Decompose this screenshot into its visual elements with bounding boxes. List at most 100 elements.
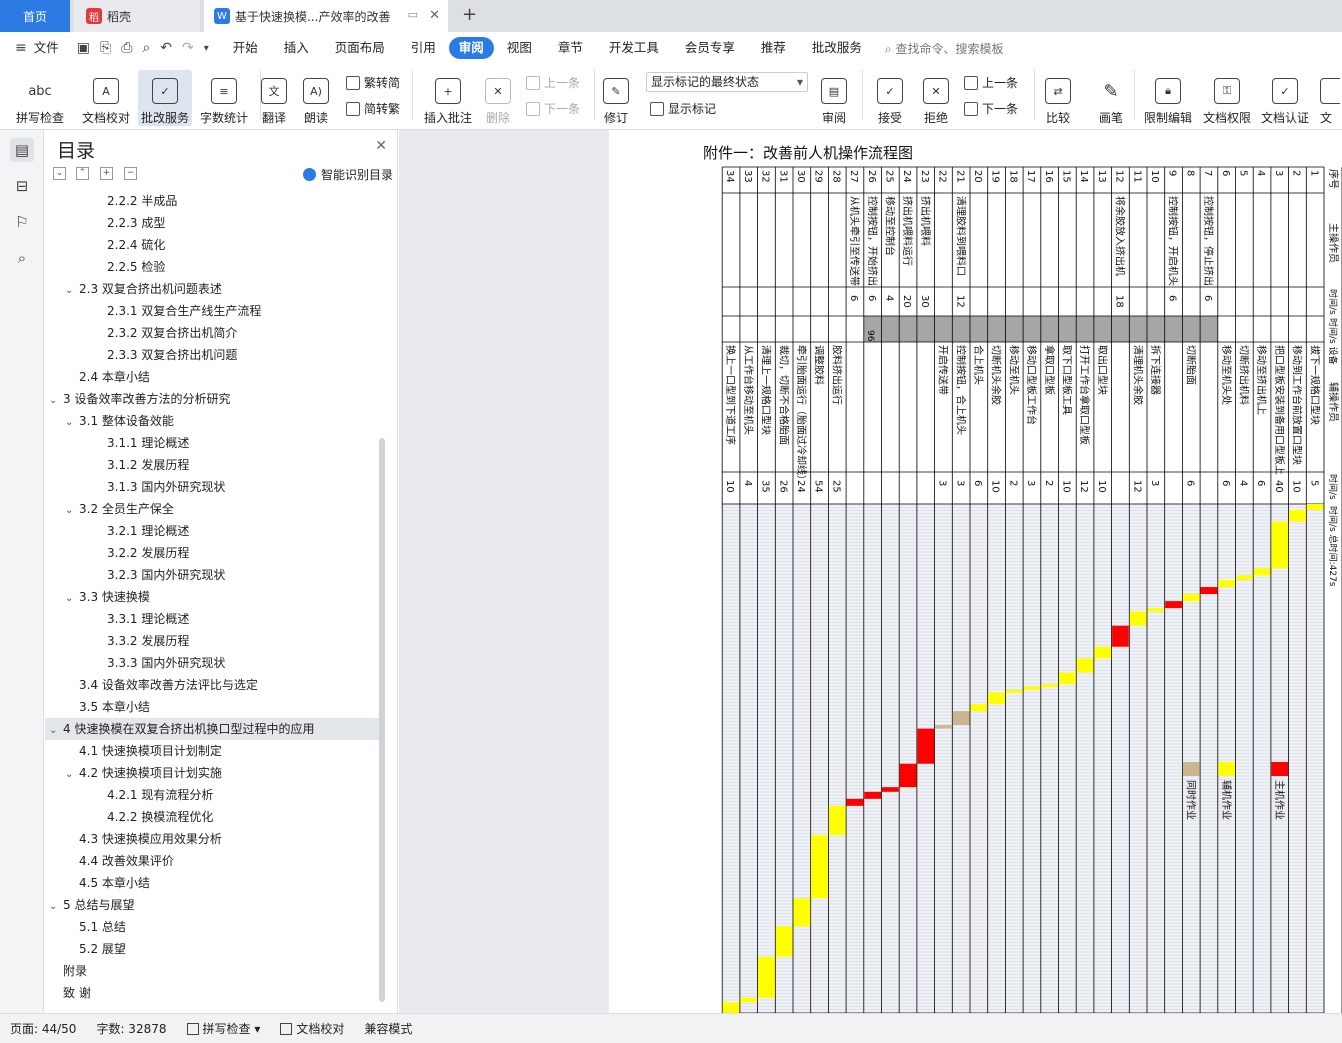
menu-references[interactable]: 引用 xyxy=(398,37,449,59)
toc-item[interactable]: 4.3 快速换模应用效果分析 xyxy=(45,828,379,850)
prev-change-button[interactable]: 上一条 xyxy=(964,74,1018,91)
toc-item[interactable]: 3.3.2 发展历程 xyxy=(45,630,379,652)
bookmark-icon[interactable]: ⚐ xyxy=(10,210,34,234)
doc-permission-button[interactable]: ⚿ 文档权限 xyxy=(1200,70,1254,126)
chevron-down-icon[interactable]: ⌄ xyxy=(65,764,79,786)
print-icon[interactable]: ⎙ xyxy=(116,40,137,56)
compare-button[interactable]: ⇄ 比较 xyxy=(1040,70,1076,126)
remove-entry-icon[interactable]: − xyxy=(124,167,137,180)
export-icon[interactable]: ⎘ xyxy=(95,40,116,56)
toc-scrollbar[interactable] xyxy=(379,438,385,1002)
toc-item[interactable]: 3.1.1 理论概述 xyxy=(45,432,379,454)
proofread-status[interactable]: 文档校对 xyxy=(270,1020,354,1037)
toc-item[interactable]: 3.3.3 国内外研究现状 xyxy=(45,652,379,674)
simp-to-trad-button[interactable]: 简转繁 xyxy=(346,100,400,117)
toc-item[interactable]: 2.2.3 成型 xyxy=(45,212,379,234)
review-pane-button[interactable]: ▤ 审阅 xyxy=(816,70,852,126)
quick-dropdown-icon[interactable]: ▾ xyxy=(199,43,214,54)
menu-correction[interactable]: 批改服务 xyxy=(799,37,875,59)
tab-document[interactable]: W 基于快速换模...产效率的改善 ▭ ✕ xyxy=(204,0,448,32)
translate-button[interactable]: 文翻译 xyxy=(256,70,292,126)
chevron-down-icon[interactable]: ⌄ xyxy=(65,588,79,610)
toc-item[interactable]: 2.4 本章小结 xyxy=(45,366,379,388)
accept-button[interactable]: ✓ 接受 xyxy=(872,70,908,126)
smart-toc-button[interactable]: 智能识别目录 xyxy=(302,166,393,183)
menu-section[interactable]: 章节 xyxy=(545,37,596,59)
redo-icon[interactable]: ↷ xyxy=(177,40,199,56)
toc-item[interactable]: ⌄ 2.3 双复合挤出机问题表述 xyxy=(45,278,379,300)
toc-item[interactable]: 3.1.2 发展历程 xyxy=(45,454,379,476)
chevron-down-icon[interactable]: ⌄ xyxy=(49,720,63,742)
toc-item[interactable]: 5.1 总结 xyxy=(45,916,379,938)
add-entry-icon[interactable]: + xyxy=(100,167,113,180)
undo-icon[interactable]: ↶ xyxy=(155,40,177,56)
page-indicator[interactable]: 页面: 44/50 xyxy=(0,1020,86,1037)
toc-item[interactable]: ⌄ 4.2 快速换模项目计划实施 xyxy=(45,762,379,784)
command-search[interactable]: ⌕ 查找命令、搜索模板 xyxy=(885,40,1004,57)
chevron-down-icon[interactable]: ⌄ xyxy=(49,896,63,918)
menu-start[interactable]: 开始 xyxy=(220,37,271,59)
preview-icon[interactable]: ⌕ xyxy=(137,40,155,56)
prev-comment-button[interactable]: 上一条 xyxy=(526,74,580,91)
toc-item[interactable]: 2.3.3 双复合挤出机问题 xyxy=(45,344,379,366)
restrict-edit-button[interactable]: 🔒︎ 限制编辑 xyxy=(1140,70,1196,126)
toc-item[interactable]: 2.2.5 检验 xyxy=(45,256,379,278)
toc-item[interactable]: 2.2.4 硫化 xyxy=(45,234,379,256)
toc-item[interactable]: ⌄ 5 总结与展望 xyxy=(45,894,379,916)
toc-item[interactable]: ⌄ 4 快速换模在双复合挤出机换口型过程中的应用 xyxy=(45,718,379,740)
reject-button[interactable]: ✕ 拒绝 xyxy=(918,70,954,126)
chevron-down-icon[interactable]: ⌄ xyxy=(65,280,79,302)
read-aloud-button[interactable]: A) 朗读 xyxy=(298,70,334,126)
toc-item[interactable]: 3.1.3 国内外研究现状 xyxy=(45,476,379,498)
menu-file[interactable]: 文件 xyxy=(32,37,72,59)
toc-item[interactable]: 2.2.2 半成品 xyxy=(45,190,379,212)
toc-item[interactable]: 3.2.2 发展历程 xyxy=(45,542,379,564)
chevron-down-icon[interactable]: ⌄ xyxy=(65,500,79,522)
toc-item[interactable]: 3.5 本章小结 xyxy=(45,696,379,718)
toc-item[interactable]: ⌄ 3.3 快速换模 xyxy=(45,586,379,608)
toc-item[interactable]: ⌄ 3 设备效率改善方法的分析研究 xyxy=(45,388,379,410)
delete-comment-button[interactable]: ✕ 删除 xyxy=(480,70,516,126)
toc-item[interactable]: ⌄ 3.2 全员生产保全 xyxy=(45,498,379,520)
collapse-all-icon[interactable]: ⌄ xyxy=(53,167,66,180)
tab-close-icon[interactable]: ✕ xyxy=(429,8,440,23)
show-markup-button[interactable]: 显示标记 xyxy=(650,100,716,117)
toc-item[interactable]: 2.3.2 双复合挤出机简介 xyxy=(45,322,379,344)
menu-recommend[interactable]: 推荐 xyxy=(748,37,799,59)
toc-item[interactable]: 3.2.3 国内外研究现状 xyxy=(45,564,379,586)
toc-panel-icon[interactable]: ▤ xyxy=(10,138,34,162)
toc-item[interactable]: 附录 xyxy=(45,960,379,982)
document-page[interactable]: 附件一：改善前人机操作流程图 96 序号 主操作员 时间/s 时间/s 设备 辅操作员 时间… xyxy=(609,130,1342,1013)
track-changes-button[interactable]: ✎ 修订 xyxy=(598,70,634,126)
word-count-button[interactable]: ≡ 字数统计 xyxy=(196,70,252,126)
toc-item[interactable]: 3.2.1 理论概述 xyxy=(45,520,379,542)
doc-certify-button[interactable]: ✓ 文档认证 xyxy=(1258,70,1312,126)
toc-item[interactable]: 4.5 本章小结 xyxy=(45,872,379,894)
menu-insert[interactable]: 插入 xyxy=(271,37,322,59)
more-ribbon-button[interactable]: 文 xyxy=(1320,70,1340,126)
menu-view[interactable]: 视图 xyxy=(494,37,545,59)
spell-check-button[interactable]: abc 拼写检查 xyxy=(8,70,72,126)
toc-item[interactable]: 致 谢 xyxy=(45,982,379,1004)
toc-item[interactable]: 3.4 设备效率改善方法评比与选定 xyxy=(45,674,379,696)
toc-item[interactable]: 2.3.1 双复合生产线生产流程 xyxy=(45,300,379,322)
proofread-button[interactable]: A 文档校对 xyxy=(76,70,136,126)
new-tab-button[interactable]: + xyxy=(462,4,477,25)
spell-check-status[interactable]: 拼写检查 ▾ xyxy=(177,1020,271,1037)
outline-panel-icon[interactable]: ⊟ xyxy=(10,174,34,198)
next-change-button[interactable]: 下一条 xyxy=(964,100,1018,117)
correction-service-button[interactable]: ✓ 批改服务 xyxy=(138,70,192,126)
menu-developer[interactable]: 开发工具 xyxy=(596,37,672,59)
tab-window-icon[interactable]: ▭ xyxy=(408,8,418,21)
menu-review[interactable]: 审阅 xyxy=(448,37,494,59)
trad-to-simp-button[interactable]: 繁转简 xyxy=(346,74,400,91)
tab-daoke[interactable]: 稻稻壳 xyxy=(74,0,200,32)
toc-item[interactable]: 4.2.2 换模流程优化 xyxy=(45,806,379,828)
toc-item[interactable]: 4.1 快速换模项目计划制定 xyxy=(45,740,379,762)
toc-item[interactable]: 5.2 展望 xyxy=(45,938,379,960)
hamburger-icon[interactable]: ≡ xyxy=(10,40,32,56)
expand-up-icon[interactable]: ⌃ xyxy=(76,167,89,180)
insert-comment-button[interactable]: + 插入批注 xyxy=(420,70,476,126)
save-icon[interactable]: ▣ xyxy=(72,40,95,56)
chevron-down-icon[interactable]: ⌄ xyxy=(65,412,79,434)
